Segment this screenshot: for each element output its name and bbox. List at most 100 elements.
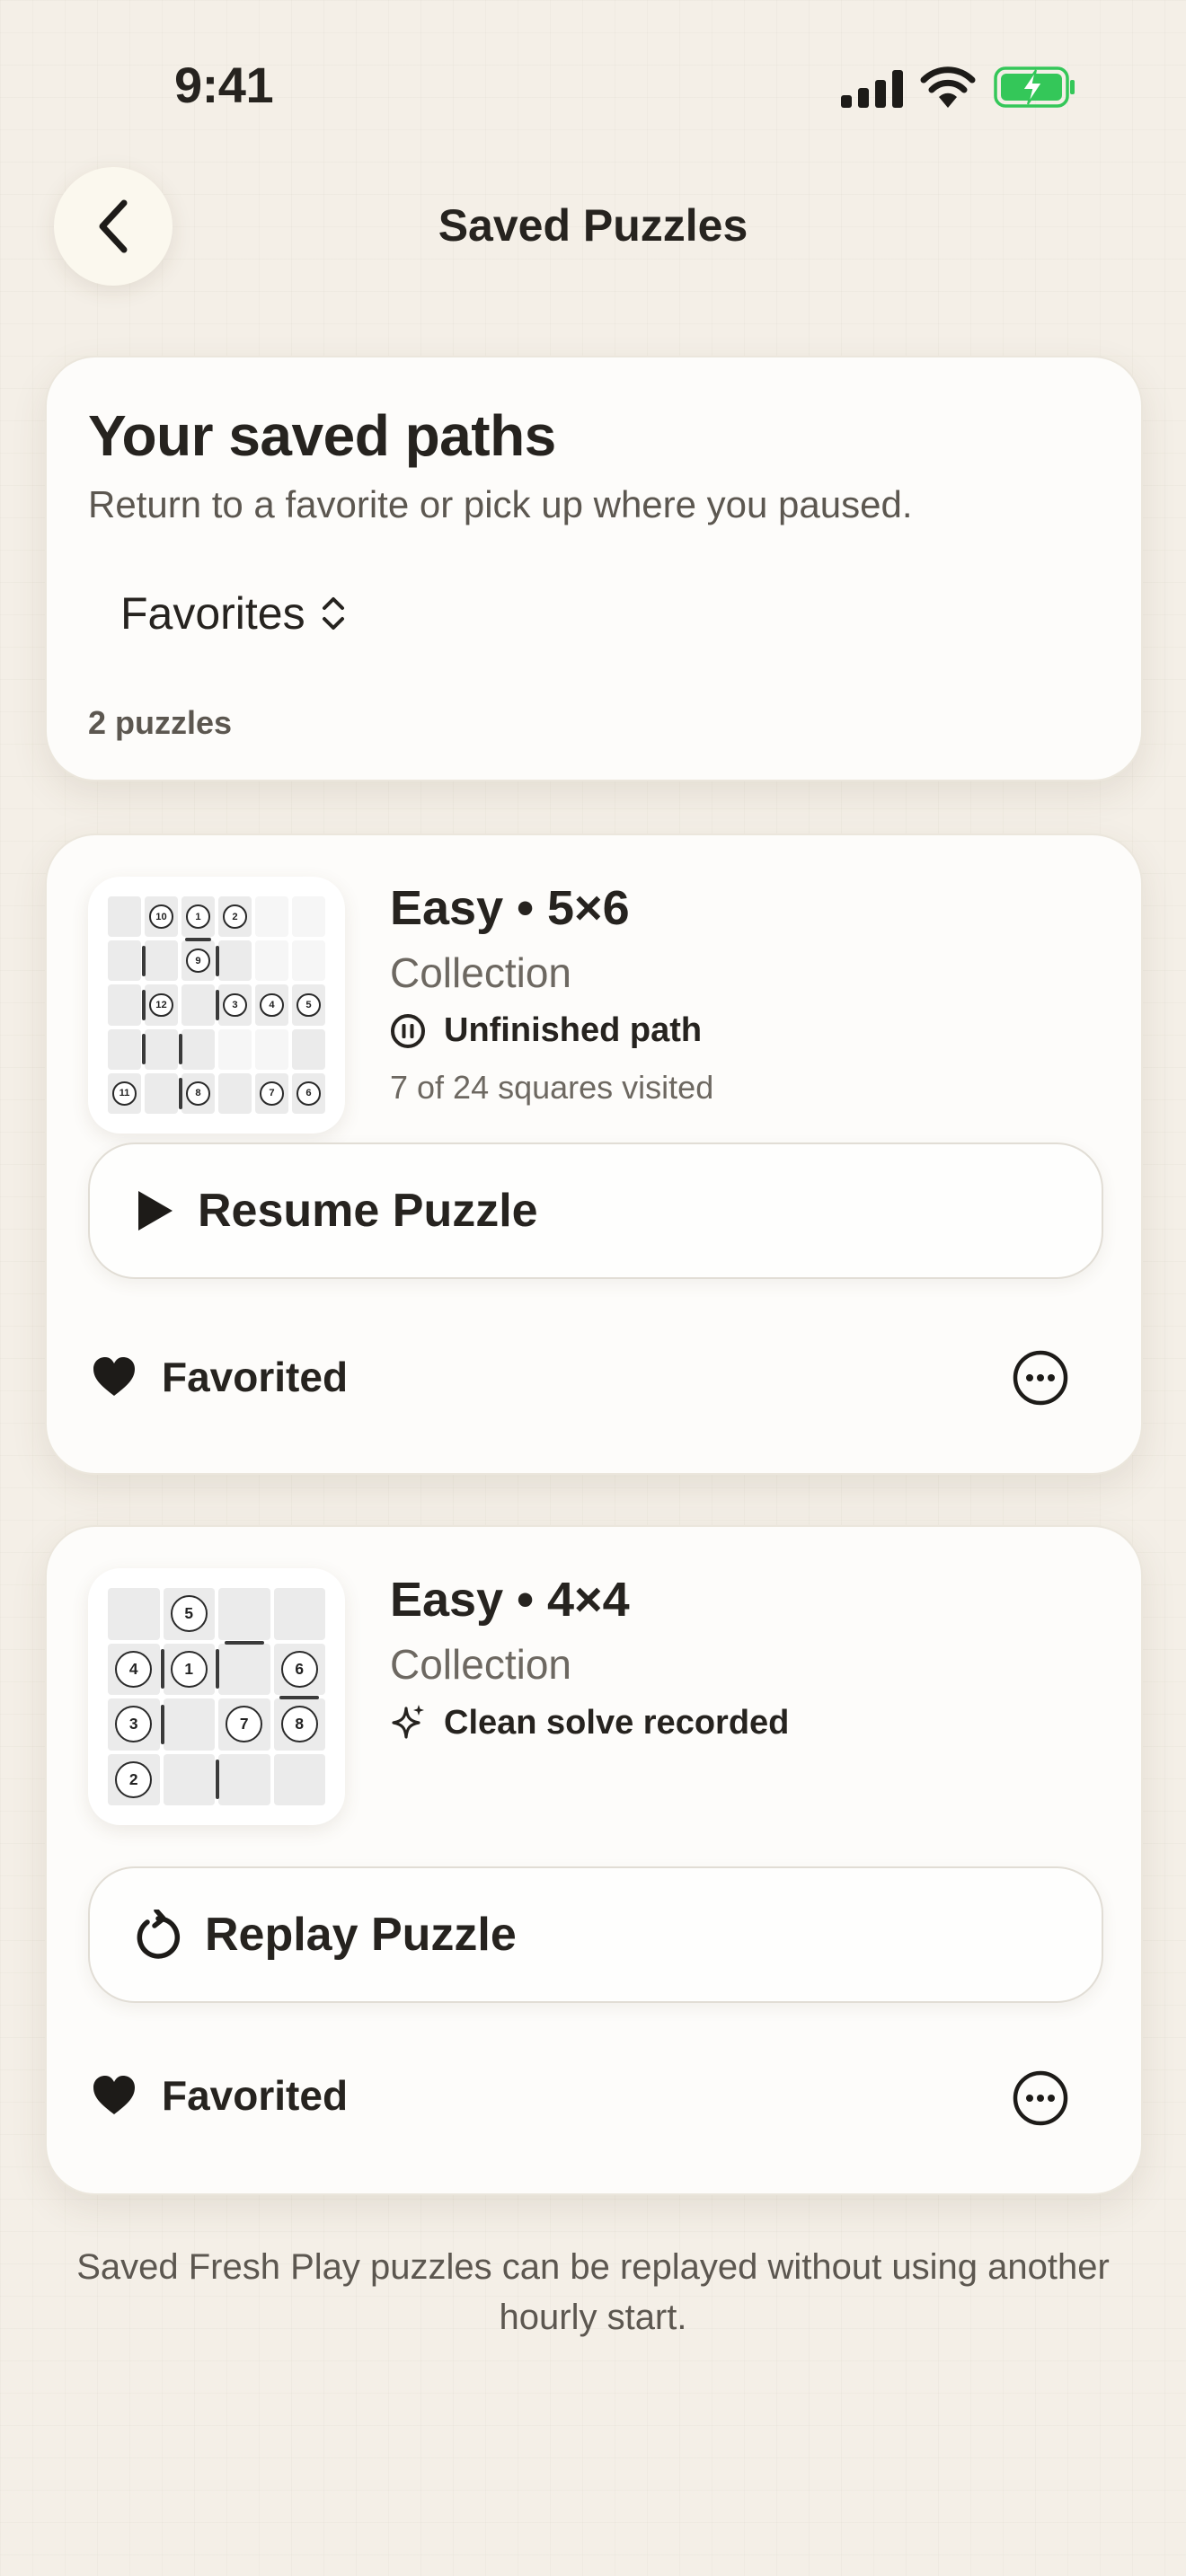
heart-icon	[93, 2076, 135, 2114]
favorite-label: Favorited	[162, 2072, 349, 2119]
grid-cell	[218, 1072, 252, 1114]
grid-node: 4	[260, 992, 284, 1018]
filter-dropdown[interactable]: Favorites	[120, 587, 347, 640]
grid-wall	[142, 945, 146, 976]
puzzle-count: 2 puzzles	[88, 704, 233, 741]
grid-wall	[279, 1696, 320, 1699]
puzzle-card: 10 1 2 9 12 3 4 5 11 8 7 6 Easy • 5×6 Collection Un…	[45, 834, 1143, 1475]
grid-cell	[255, 1028, 288, 1070]
filter-label: Favorites	[120, 588, 305, 639]
grid-node: 7	[260, 1081, 284, 1106]
grid-cell	[273, 1753, 325, 1805]
replay-icon	[137, 1910, 181, 1959]
grid-cell	[145, 1028, 178, 1070]
grid-cell	[108, 1588, 160, 1640]
grid-node: 1	[186, 904, 210, 929]
grid-node: 10	[149, 904, 173, 929]
puzzle-thumbnail[interactable]: 54163782	[88, 1568, 345, 1825]
saved-paths-header-card: Your saved paths Return to a favorite or…	[45, 356, 1143, 781]
puzzle-collection: Collection	[390, 949, 571, 996]
puzzle-status-label: Clean solve recorded	[444, 1703, 790, 1742]
grid-node: 2	[223, 904, 247, 929]
grid-cell	[108, 1028, 141, 1070]
grid-node: 4	[115, 1650, 153, 1688]
grid-wall	[179, 1034, 182, 1065]
puzzle-title: Easy • 5×6	[390, 881, 630, 935]
puzzle-progress: 7 of 24 squares visited	[390, 1069, 714, 1106]
more-options-icon[interactable]	[1012, 2069, 1069, 2127]
chevron-up-down-icon	[322, 597, 344, 630]
grid-cell	[145, 940, 178, 982]
resume-puzzle-button[interactable]: Resume Puzzle	[88, 1142, 1103, 1279]
section-subtitle: Return to a favorite or pick up where yo…	[88, 483, 913, 525]
section-title: Your saved paths	[88, 403, 556, 468]
grid-node: 5	[296, 992, 321, 1018]
grid-wall	[142, 1034, 146, 1065]
signal-icon	[841, 70, 903, 108]
grid-node: 8	[186, 1081, 210, 1106]
grid-node: 2	[115, 1760, 153, 1798]
status-time: 9:41	[174, 57, 274, 113]
grid-node: 1	[170, 1650, 208, 1688]
footer-note: Saved Fresh Play puzzles can be replayed…	[76, 2247, 1110, 2337]
play-icon	[138, 1191, 173, 1231]
grid-node: 9	[186, 948, 210, 974]
puzzle-status: Unfinished path	[390, 1011, 702, 1050]
grid-cell	[218, 1028, 252, 1070]
puzzle-status-label: Unfinished path	[444, 1011, 703, 1049]
grid-cell	[108, 984, 141, 1026]
grid-cell	[218, 1643, 270, 1695]
favorite-label: Favorited	[162, 1354, 349, 1400]
grid-cell	[292, 896, 325, 938]
grid-wall	[216, 1760, 219, 1800]
resume-puzzle-label: Resume Puzzle	[198, 1185, 538, 1237]
favorite-toggle[interactable]: Favorited	[92, 2071, 348, 2120]
more-options-icon[interactable]	[1012, 1349, 1069, 1407]
grid-cell	[218, 940, 252, 982]
grid-cell	[163, 1753, 215, 1805]
grid-wall	[142, 989, 146, 1021]
grid-cell	[218, 1753, 270, 1805]
heart-icon	[93, 1357, 135, 1396]
puzzle-status: Clean solve recorded	[390, 1703, 789, 1742]
battery-charging-icon	[994, 66, 1075, 108]
grid-cell	[292, 940, 325, 982]
grid-cell	[255, 940, 288, 982]
puzzle-card: 54163782 Easy • 4×4 Collection Clean sol…	[45, 1525, 1143, 2195]
grid-cell	[292, 1028, 325, 1070]
grid-node: 12	[149, 992, 173, 1018]
replay-puzzle-label: Replay Puzzle	[205, 1909, 517, 1961]
grid-wall	[179, 1078, 182, 1109]
grid-wall	[160, 1649, 164, 1689]
favorite-toggle[interactable]: Favorited	[92, 1353, 348, 1401]
grid-node: 5	[170, 1595, 208, 1633]
grid-cell	[218, 1588, 270, 1640]
puzzle-thumbnail[interactable]: 10 1 2 9 12 3 4 5 11 8 7 6	[88, 877, 345, 1134]
puzzle-collection: Collection	[390, 1641, 571, 1688]
grid-cell	[181, 984, 215, 1026]
grid-node: 3	[223, 992, 247, 1018]
grid-cell	[108, 896, 141, 938]
grid-wall	[216, 945, 219, 976]
grid-node: 6	[296, 1081, 321, 1106]
grid-cell	[145, 1072, 178, 1114]
grid-cell	[273, 1588, 325, 1640]
grid-node: 11	[112, 1081, 137, 1106]
page-title: Saved Puzzles	[438, 200, 748, 251]
grid-cell	[255, 896, 288, 938]
grid-wall	[185, 938, 211, 942]
sparkles-icon	[392, 1705, 424, 1739]
grid-wall	[224, 1640, 264, 1645]
replay-puzzle-button[interactable]: Replay Puzzle	[88, 1866, 1103, 2003]
grid-cell	[108, 940, 141, 982]
puzzle-title: Easy • 4×4	[390, 1573, 630, 1627]
grid-node: 6	[280, 1650, 318, 1688]
grid-wall	[216, 989, 219, 1021]
wifi-icon	[920, 66, 976, 108]
grid-cell	[163, 1698, 215, 1751]
grid-node: 8	[280, 1706, 318, 1743]
grid-cell	[181, 1028, 215, 1070]
pause-circle-icon	[391, 1013, 425, 1048]
grid-wall	[216, 1649, 219, 1689]
grid-wall	[160, 1704, 164, 1744]
